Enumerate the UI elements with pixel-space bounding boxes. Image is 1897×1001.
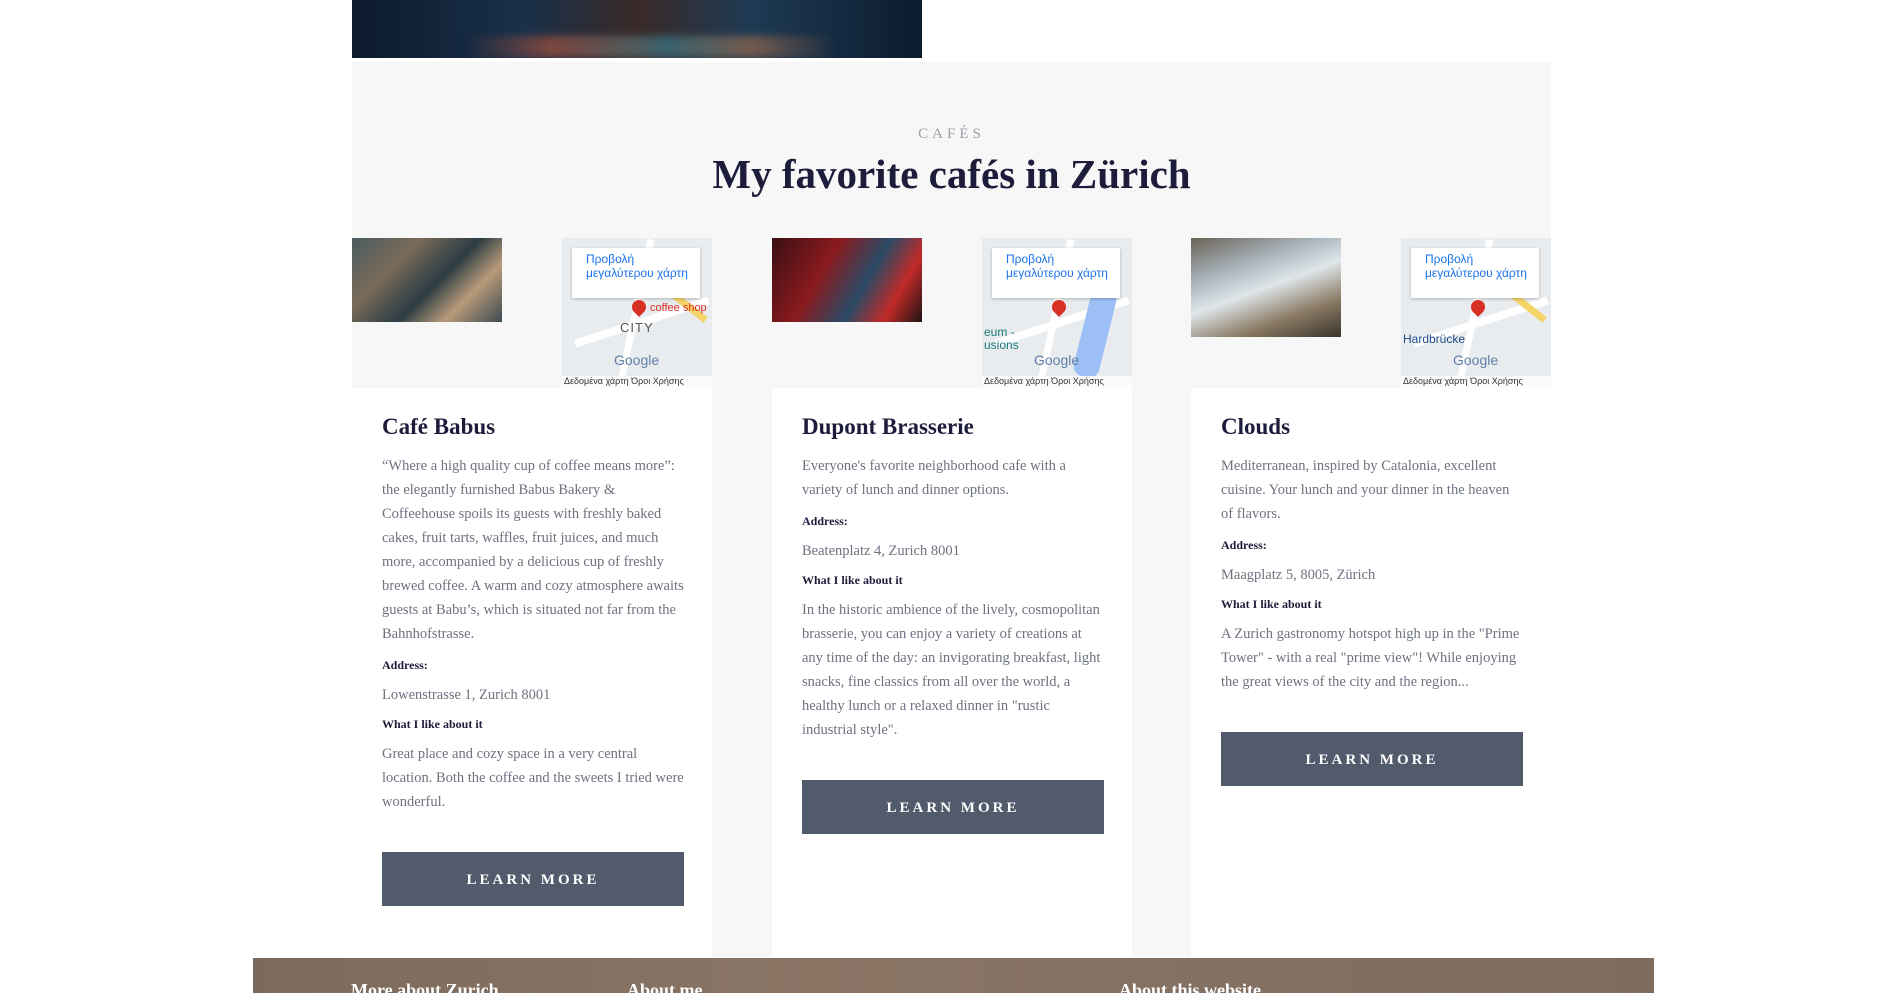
section-eyebrow: CAFÉS — [918, 126, 985, 142]
google-logo: Google — [614, 352, 660, 368]
card-body: Dupont Brasserie Everyone's favorite nei… — [802, 414, 1104, 834]
learn-more-button[interactable]: LEARN MORE — [382, 852, 684, 906]
cafe-photo — [772, 238, 922, 322]
map-terms[interactable]: Δεδομένα χάρτη Όροι Χρήσης — [1401, 376, 1551, 388]
footer-heading-about-me: About me — [627, 980, 703, 1000]
map-area-label: Hardbrücke — [1403, 332, 1466, 346]
like-value: In the historic ambience of the lively, … — [802, 602, 1101, 738]
google-logo: Google — [1034, 352, 1080, 368]
card-description: Everyone's favorite neighborhood cafe wi… — [802, 458, 1066, 498]
address-value: Maagplatz 5, 8005, Zürich — [1221, 567, 1376, 583]
footer-heading-website: About this website — [1119, 980, 1262, 1000]
google-logo: Google — [1453, 352, 1499, 368]
footer-heading-zurich: More about Zurich — [351, 980, 499, 1000]
card-description: Mediterranean, inspired by Catalonia, ex… — [1221, 458, 1510, 522]
map-embed[interactable]: Προβολή μεγαλύτερου χάρτη eum - usions G… — [982, 238, 1132, 388]
cafe-card-clouds: Προβολή μεγαλύτερου χάρτη Hardbrücke Goo… — [1191, 238, 1551, 989]
hero-image — [352, 0, 922, 58]
learn-more-button[interactable]: LEARN MORE — [1221, 732, 1523, 786]
card-media: Προβολή μεγαλύτερου χάρτη eum - usions G… — [772, 238, 1132, 388]
view-larger-map-link[interactable]: Προβολή μεγαλύτερου χάρτη — [1411, 248, 1539, 298]
card-body: Café Babus “Where a high quality cup of … — [382, 414, 684, 906]
card-media: Προβολή μεγαλύτερου χάρτη coffee shop CI… — [352, 238, 712, 388]
card-body: Clouds Mediterranean, inspired by Catalo… — [1221, 414, 1523, 786]
like-label: What I like about it — [802, 573, 903, 587]
section-title: My favorite cafés in Zürich — [712, 151, 1191, 197]
cafe-card-dupont: Προβολή μεγαλύτερου χάρτη eum - usions G… — [772, 238, 1132, 989]
address-value: Beatenplatz 4, Zurich 8001 — [802, 543, 960, 559]
map-area-label: CITY — [620, 320, 654, 335]
learn-more-button[interactable]: LEARN MORE — [802, 780, 1104, 834]
like-value: Great place and cozy space in a very cen… — [382, 746, 684, 810]
cafe-photo — [1191, 238, 1341, 337]
view-larger-map-link[interactable]: Προβολή μεγαλύτερου χάρτη — [572, 248, 700, 298]
like-value: A Zurich gastronomy hotspot high up in t… — [1221, 626, 1520, 690]
address-label: Address: — [1221, 538, 1267, 552]
address-label: Address: — [382, 658, 428, 672]
map-terms[interactable]: Δεδομένα χάρτη Όροι Χρήσης — [982, 376, 1132, 388]
map-place-label: coffee shop — [650, 302, 707, 314]
map-embed[interactable]: Προβολή μεγαλύτερου χάρτη coffee shop CI… — [562, 238, 712, 388]
footer: More about Zurich About me About this we… — [253, 958, 1654, 1000]
like-label: What I like about it — [1221, 597, 1322, 611]
card-title: Dupont Brasserie — [802, 414, 974, 439]
card-media: Προβολή μεγαλύτερου χάρτη Hardbrücke Goo… — [1191, 238, 1551, 388]
map-embed[interactable]: Προβολή μεγαλύτερου χάρτη Hardbrücke Goo… — [1401, 238, 1551, 388]
card-description: “Where a high quality cup of coffee mean… — [382, 458, 684, 642]
cafes-section: CAFÉS My favorite cafés in Zürich Προβολ… — [352, 62, 1551, 989]
card-title: Café Babus — [382, 414, 496, 439]
view-larger-map-link[interactable]: Προβολή μεγαλύτερου χάρτη — [992, 248, 1120, 298]
address-label: Address: — [802, 514, 848, 528]
like-label: What I like about it — [382, 717, 483, 731]
cafe-photo — [352, 238, 502, 322]
card-title: Clouds — [1221, 414, 1291, 439]
map-terms[interactable]: Δεδομένα χάρτη Όροι Χρήσης — [562, 376, 712, 388]
map-area-label: eum - usions — [984, 325, 1019, 352]
address-value: Lowenstrasse 1, Zurich 8001 — [382, 687, 551, 703]
cafe-card-babus: Προβολή μεγαλύτερου χάρτη coffee shop CI… — [352, 238, 712, 989]
